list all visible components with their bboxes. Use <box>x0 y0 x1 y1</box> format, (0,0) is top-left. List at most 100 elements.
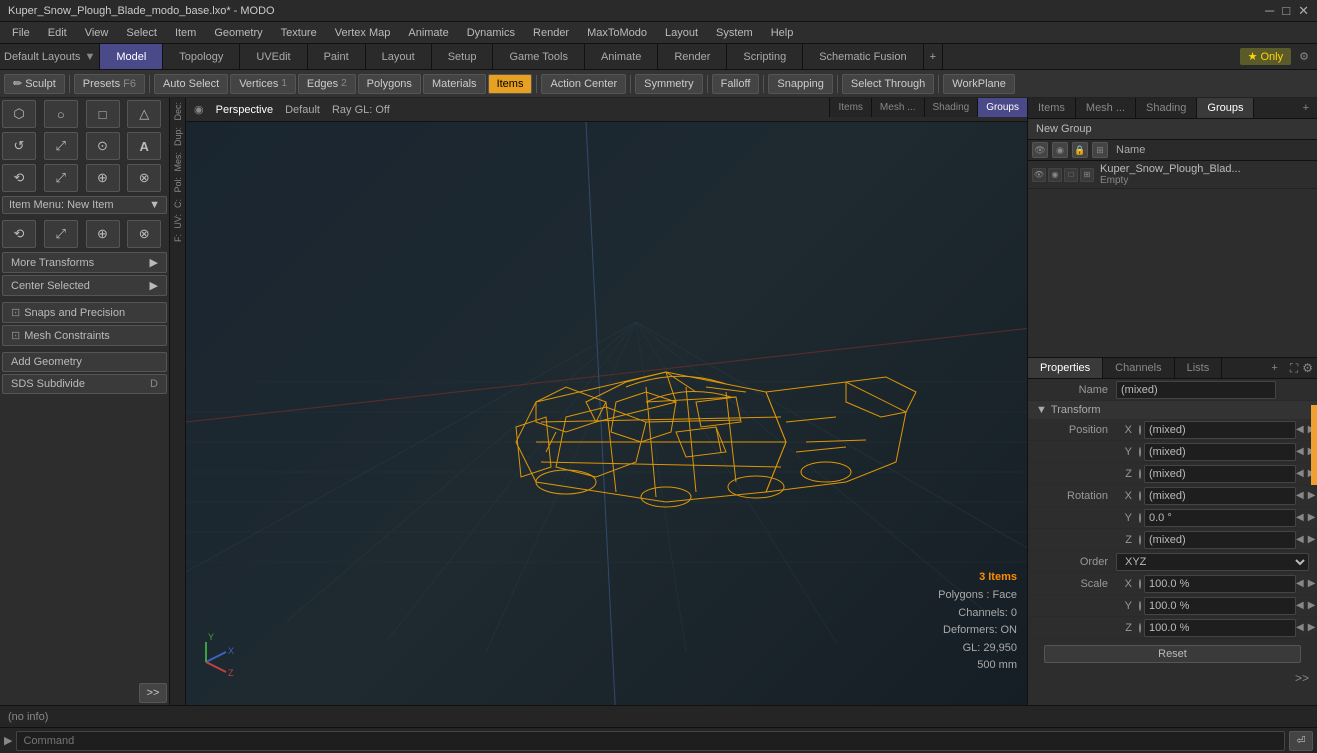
win-controls[interactable]: ─ □ ✕ <box>1265 3 1309 19</box>
viewport-canvas[interactable]: X Z Y 3 Items Polygons : Face Channels: … <box>186 122 1027 705</box>
prop-icon-gear[interactable]: ⚙ <box>1302 361 1313 375</box>
right-tab-shading[interactable]: Shading <box>1136 98 1197 118</box>
tab-render[interactable]: Render <box>658 44 727 69</box>
scale-z-input[interactable] <box>1144 619 1296 637</box>
rotation-z-input[interactable] <box>1144 531 1296 549</box>
menu-animate[interactable]: Animate <box>400 25 456 41</box>
scale-z-dot[interactable] <box>1139 623 1141 633</box>
position-x-dot[interactable] <box>1139 425 1141 435</box>
right-tab-items[interactable]: Items <box>1028 98 1076 118</box>
rotation-z-arrow-left[interactable]: ◀ <box>1296 534 1304 545</box>
ray-gl-label[interactable]: Ray GL: Off <box>332 104 390 116</box>
right-tab-add[interactable]: + <box>1295 98 1317 118</box>
position-x-arrow-left[interactable]: ◀ <box>1296 424 1304 435</box>
action-center-btn[interactable]: Action Center <box>541 74 626 94</box>
vp-tab-shading[interactable]: Shading <box>924 98 978 117</box>
tool-move[interactable]: ⊕ <box>86 164 120 192</box>
tool-sphere[interactable]: ⬡ <box>2 100 36 128</box>
rotation-y-arrow-left[interactable]: ◀ <box>1296 512 1304 523</box>
select-through-btn[interactable]: Select Through <box>842 74 934 94</box>
add-geometry-btn[interactable]: Add Geometry <box>2 352 167 372</box>
transform-tool-4[interactable]: ⊗ <box>127 220 161 248</box>
tab-add[interactable]: + <box>924 44 943 69</box>
sds-subdivide-btn[interactable]: SDS Subdivide D <box>2 374 167 394</box>
snapping-btn[interactable]: Snapping <box>768 74 833 94</box>
scale-z-arrow-right[interactable]: ▶ <box>1308 622 1316 633</box>
row-icon-eye[interactable]: 👁 <box>1032 168 1046 182</box>
menu-render[interactable]: Render <box>525 25 577 41</box>
double-arrow-btn[interactable]: >> <box>1028 669 1317 687</box>
position-y-input[interactable] <box>1144 443 1296 461</box>
order-select[interactable]: XYZ <box>1116 553 1309 571</box>
tab-paint[interactable]: Paint <box>308 44 366 69</box>
default-label[interactable]: Default <box>285 104 320 116</box>
tab-setup[interactable]: Setup <box>432 44 494 69</box>
item-menu[interactable]: Item Menu: New Item ▼ <box>2 196 167 214</box>
vp-tab-items[interactable]: Items <box>829 98 870 117</box>
menu-item[interactable]: Item <box>167 25 204 41</box>
rotation-z-dot[interactable] <box>1139 535 1141 545</box>
tab-scripting[interactable]: Scripting <box>727 44 803 69</box>
tab-schematic[interactable]: Schematic Fusion <box>803 44 923 69</box>
menu-maxtomodo[interactable]: MaxToModo <box>579 25 655 41</box>
vert-tab-mes[interactable]: Mes: <box>171 150 185 174</box>
vert-tab-dup[interactable]: Dup: <box>171 125 185 148</box>
vert-tab-f[interactable]: F: <box>171 232 185 244</box>
vert-tab-dec[interactable]: Dec: <box>171 100 185 123</box>
center-selected-btn[interactable]: Center Selected ▶ <box>2 275 167 296</box>
position-z-dot[interactable] <box>1139 469 1141 479</box>
workplane-btn[interactable]: WorkPlane <box>943 74 1015 94</box>
tab-layout[interactable]: Layout <box>366 44 432 69</box>
auto-select-btn[interactable]: Auto Select <box>154 74 228 94</box>
prop-tab-channels[interactable]: Channels <box>1103 358 1174 378</box>
materials-btn[interactable]: Materials <box>423 74 486 94</box>
scale-x-arrow-right[interactable]: ▶ <box>1308 578 1316 589</box>
menu-system[interactable]: System <box>708 25 761 41</box>
col-icon-ref[interactable]: ⊞ <box>1092 142 1108 158</box>
rotation-x-input[interactable] <box>1144 487 1296 505</box>
prop-icon-expand[interactable]: ⛶ <box>1290 361 1298 376</box>
tool-text[interactable]: A <box>127 132 161 160</box>
row-icon-ref[interactable]: ⊞ <box>1080 168 1094 182</box>
tool-cross[interactable]: ⊗ <box>127 164 161 192</box>
scale-x-input[interactable] <box>1144 575 1296 593</box>
tab-model[interactable]: Model <box>100 44 163 69</box>
command-input[interactable] <box>16 731 1285 751</box>
minimize-btn[interactable]: ─ <box>1265 3 1274 19</box>
tool-scale[interactable]: ⤢ <box>44 132 78 160</box>
position-z-input[interactable] <box>1144 465 1296 483</box>
presets-btn[interactable]: Presets F6 <box>74 74 145 94</box>
transform-tool-1[interactable]: ⟲ <box>2 220 36 248</box>
mesh-constraints-btn[interactable]: ⊡ Mesh Constraints <box>2 325 167 346</box>
vert-tab-pol[interactable]: Pol: <box>171 175 185 195</box>
maximize-btn[interactable]: □ <box>1282 3 1290 19</box>
menu-texture[interactable]: Texture <box>273 25 325 41</box>
col-icon-render[interactable]: ◉ <box>1052 142 1068 158</box>
viewport[interactable]: ◉ Perspective Default Ray GL: Off ⊙ ↺ ⤢ … <box>186 98 1027 705</box>
rotation-z-arrow-right[interactable]: ▶ <box>1308 534 1316 545</box>
scale-y-arrow-right[interactable]: ▶ <box>1308 600 1316 611</box>
perspective-label[interactable]: Perspective <box>216 104 273 116</box>
falloff-btn[interactable]: Falloff <box>712 74 760 94</box>
snaps-precision-btn[interactable]: ⊡ Snaps and Precision <box>2 302 167 323</box>
rotation-y-dot[interactable] <box>1139 513 1141 523</box>
prop-tab-properties[interactable]: Properties <box>1028 358 1103 378</box>
items-btn[interactable]: Items <box>488 74 533 94</box>
vertices-btn[interactable]: Vertices 1 <box>230 74 296 94</box>
transform-tool-3[interactable]: ⊕ <box>86 220 120 248</box>
more-transforms-btn[interactable]: More Transforms ▶ <box>2 252 167 273</box>
transform-tool-2[interactable]: ⤢ <box>44 220 78 248</box>
prop-tab-add[interactable]: + <box>1263 358 1285 378</box>
cmd-execute-btn[interactable]: ⏎ <box>1289 731 1313 751</box>
rotation-y-input[interactable] <box>1144 509 1296 527</box>
scale-x-dot[interactable] <box>1139 579 1141 589</box>
position-y-dot[interactable] <box>1139 447 1141 457</box>
tool-scale2[interactable]: ⤢ <box>44 164 78 192</box>
rotation-y-arrow-right[interactable]: ▶ <box>1308 512 1316 523</box>
polygons-btn[interactable]: Polygons <box>358 74 421 94</box>
tool-target[interactable]: ⊙ <box>86 132 120 160</box>
prop-name-input[interactable] <box>1116 381 1276 399</box>
tool-triangle[interactable]: △ <box>127 100 161 128</box>
vert-tab-c[interactable]: C: <box>171 197 185 210</box>
menu-select[interactable]: Select <box>118 25 165 41</box>
